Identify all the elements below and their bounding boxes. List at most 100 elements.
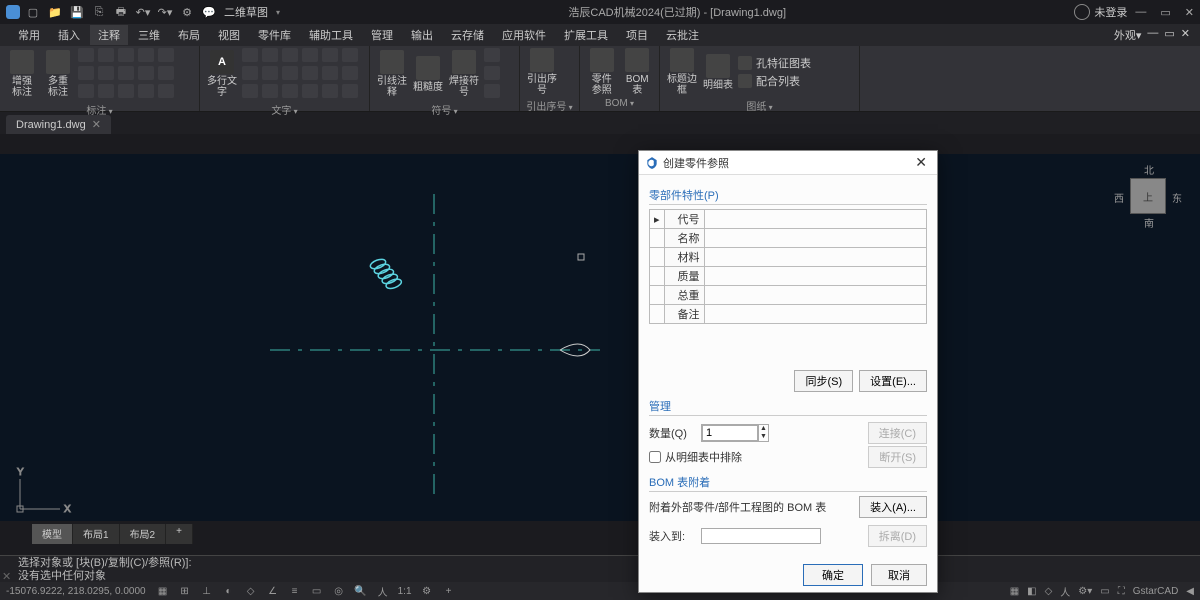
gear2-icon[interactable]: ⚙▾ — [1078, 586, 1092, 597]
iso-icon[interactable]: ◧ — [1027, 586, 1036, 597]
close-icon[interactable]: ✕ — [1185, 6, 1194, 19]
cancel-button[interactable]: 取消 — [871, 564, 927, 586]
multi-dim-button[interactable]: 多重 标注 — [42, 50, 74, 98]
user-area[interactable]: 未登录 — [1074, 4, 1127, 20]
tab-aux[interactable]: 辅助工具 — [301, 25, 361, 45]
tab-insert[interactable]: 插入 — [50, 25, 88, 45]
exclude-checkbox[interactable] — [649, 451, 661, 463]
qty-input[interactable] — [702, 425, 758, 441]
panel-symbol-title[interactable]: 符号 — [376, 100, 513, 119]
viewcube-n[interactable]: 北 — [1144, 162, 1154, 177]
viewcube[interactable]: 上 北 南 东 西 — [1116, 164, 1180, 228]
workspace-icon[interactable]: ⚙ — [180, 5, 194, 19]
plus-icon[interactable]: + — [442, 584, 456, 598]
tab-layout[interactable]: 布局 — [170, 25, 208, 45]
panel-text-title[interactable]: 文字 — [206, 100, 363, 119]
balloon-button[interactable]: 引出序号 — [526, 48, 558, 96]
open-icon[interactable]: 📁 — [48, 5, 62, 19]
magnify-icon[interactable]: 🔍 — [354, 584, 368, 598]
text-grid[interactable] — [242, 48, 360, 100]
layout-2[interactable]: 布局2 — [120, 524, 167, 544]
leader-button[interactable]: 引线注释 — [376, 50, 408, 98]
tray-icon[interactable]: ◀ — [1186, 586, 1194, 597]
panel-drawing-title[interactable]: 图纸 — [666, 96, 853, 115]
dyn-icon[interactable]: ▭ — [310, 584, 324, 598]
symbol-grid[interactable] — [484, 48, 502, 100]
tab-app[interactable]: 应用软件 — [494, 25, 554, 45]
weld-button[interactable]: 焊接符号 — [448, 50, 480, 98]
appearance-menu[interactable]: 外观▾ — [1114, 27, 1142, 43]
attach-to-input[interactable] — [701, 528, 821, 544]
ortho-icon[interactable]: ⊥ — [200, 584, 214, 598]
settings-button[interactable]: 设置(E)... — [859, 370, 927, 392]
save-icon[interactable]: 💾 — [70, 5, 84, 19]
panel-dim-title[interactable]: 标注 — [6, 100, 193, 119]
tab-ext[interactable]: 扩展工具 — [556, 25, 616, 45]
props-table[interactable]: ▸代号 名称 材料 质量 总重 备注 — [649, 209, 927, 324]
new-icon[interactable]: ▢ — [26, 5, 40, 19]
ok-button[interactable]: 确定 — [803, 564, 863, 586]
spin-up-icon[interactable]: ▲ — [759, 425, 768, 433]
close-tab-icon[interactable]: ✕ — [92, 118, 101, 131]
scale-icon[interactable]: 人 — [376, 584, 390, 598]
tab-cloud[interactable]: 云存储 — [443, 25, 492, 45]
fitlist-button[interactable]: 配合列表 — [738, 73, 811, 89]
monitor-icon[interactable]: ▭ — [1100, 586, 1109, 597]
panel-bom-title[interactable]: BOM — [586, 96, 653, 111]
snap-icon[interactable]: ⊞ — [178, 584, 192, 598]
grid-icon[interactable]: ▦ — [156, 584, 170, 598]
tab-manage[interactable]: 管理 — [363, 25, 401, 45]
tab-cloudnote[interactable]: 云批注 — [658, 25, 707, 45]
scale-label[interactable]: 1:1 — [398, 584, 412, 598]
spin-down-icon[interactable]: ▼ — [759, 433, 768, 441]
saveas-icon[interactable]: ⎘ — [92, 5, 106, 19]
viewcube-top[interactable]: 上 — [1130, 178, 1166, 214]
dim-grid[interactable] — [78, 48, 176, 100]
holechart-button[interactable]: 孔特征图表 — [738, 55, 811, 71]
tab-home[interactable]: 常用 — [10, 25, 48, 45]
print-icon[interactable]: 🖶 — [114, 5, 128, 19]
minimize-icon[interactable]: — — [1135, 6, 1146, 19]
snap2-icon[interactable]: ▦ — [1010, 586, 1019, 597]
polar-icon[interactable]: ◐ — [222, 584, 236, 598]
redo-icon[interactable]: ↷▾ — [158, 5, 172, 19]
workspace-label[interactable]: 二维草图 — [224, 4, 268, 20]
inner-minimize-icon[interactable]: — — [1147, 27, 1158, 43]
gear-icon[interactable]: ⚙ — [420, 584, 434, 598]
tab-view[interactable]: 视图 — [210, 25, 248, 45]
tab-3d[interactable]: 三维 — [130, 25, 168, 45]
bom-button[interactable]: BOM表 — [622, 48, 654, 96]
tab-project[interactable]: 项目 — [618, 25, 656, 45]
partref-button[interactable]: 零件 参照 — [586, 48, 618, 96]
viewcube-e[interactable]: 东 — [1172, 190, 1182, 205]
lineweight-icon[interactable]: ≡ — [288, 584, 302, 598]
viewcube-w[interactable]: 西 — [1114, 190, 1124, 205]
inner-restore-icon[interactable]: ▭ — [1164, 27, 1174, 43]
roughness-button[interactable]: 粗糙度 — [412, 56, 444, 93]
viewcube-s[interactable]: 南 — [1144, 215, 1154, 230]
dialog-close-icon[interactable]: ✕ — [911, 154, 931, 171]
layout-model[interactable]: 模型 — [32, 524, 73, 544]
maximize-icon[interactable]: ▭ — [1160, 6, 1170, 19]
otrack-icon[interactable]: ∠ — [266, 584, 280, 598]
qty-spinner[interactable]: ▲▼ — [701, 424, 769, 442]
tab-partlib[interactable]: 零件库 — [250, 25, 299, 45]
undo-icon[interactable]: ↶▾ — [136, 5, 150, 19]
osnap-icon[interactable]: ◇ — [244, 584, 258, 598]
sync-button[interactable]: 同步(S) — [794, 370, 853, 392]
layout-1[interactable]: 布局1 — [73, 524, 120, 544]
tab-output[interactable]: 输出 — [403, 25, 441, 45]
partlist-button[interactable]: 明细表 — [702, 54, 734, 91]
dialog-titlebar[interactable]: 创建零件参照 ✕ — [639, 151, 937, 175]
enhanced-dim-button[interactable]: 增强 标注 — [6, 50, 38, 98]
attach-button[interactable]: 装入(A)... — [859, 496, 927, 518]
expand-icon[interactable]: ⛶ — [1118, 586, 1125, 597]
mtext-button[interactable]: A多行文字 — [206, 50, 238, 98]
layout-add[interactable]: + — [166, 524, 193, 544]
chat-icon[interactable]: 💬 — [202, 5, 216, 19]
anno-icon[interactable]: 人 — [1060, 584, 1070, 599]
inner-close-icon[interactable]: ✕ — [1181, 27, 1190, 43]
cycle-icon[interactable]: ◎ — [332, 584, 346, 598]
panel-balloon-title[interactable]: 引出序号 — [526, 96, 573, 115]
titleblock-button[interactable]: 标题边框 — [666, 48, 698, 96]
